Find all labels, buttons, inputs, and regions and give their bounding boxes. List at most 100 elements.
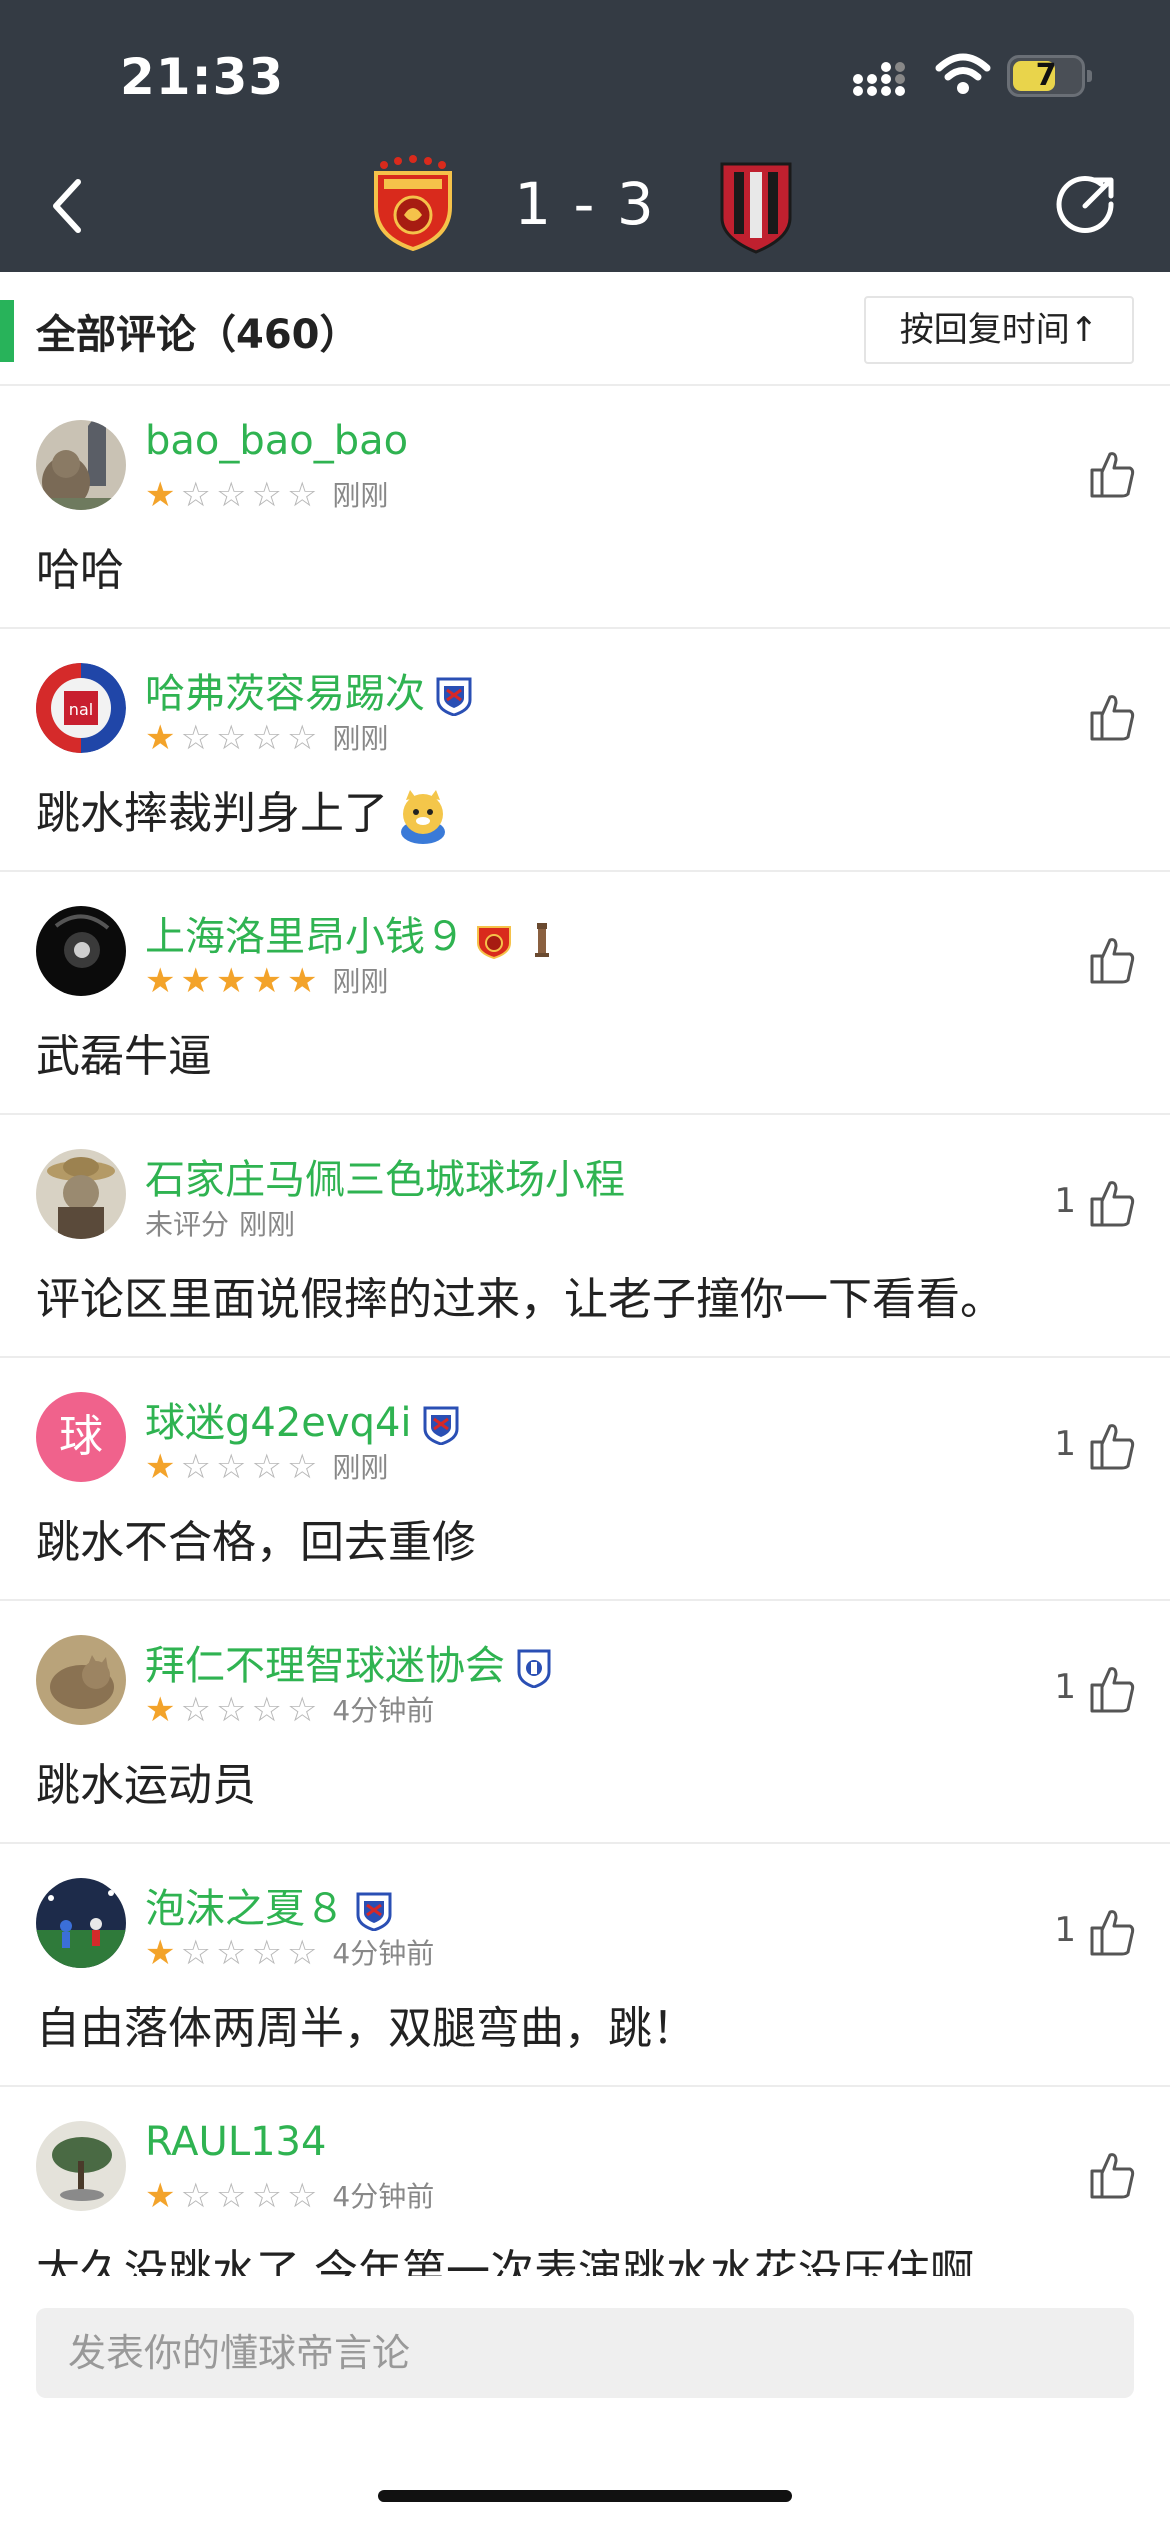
top-header: 21:33 7 1 - 3 [0, 0, 1170, 272]
comment-time: 刚刚 [332, 722, 389, 755]
thumbs-up-icon[interactable] [1088, 448, 1136, 500]
user-avatar[interactable] [36, 2121, 126, 2211]
username-row[interactable]: RAUL134 [145, 2119, 326, 2165]
username-row[interactable]: 球迷g42evq4i [145, 1390, 460, 1448]
sort-button[interactable]: 按回复时间↑ [864, 296, 1134, 364]
comments-title: 全部评论（460） [36, 312, 360, 358]
comment-item[interactable]: 上海洛里昂小钱９ ★ ★ ★ ★ ★ 刚刚 武磊牛逼 [0, 872, 1170, 1115]
star-icon: ☆ [180, 1447, 211, 1487]
star-icon: ☆ [251, 1690, 282, 1730]
thumbs-up-icon[interactable] [1088, 1906, 1136, 1958]
star-icon: ☆ [215, 475, 247, 515]
username-row[interactable]: bao_bao_bao [145, 418, 408, 464]
comment-text-content: 自由落体两周半，双腿弯曲，跳！ [36, 2003, 696, 2054]
comment-time: 4分钟前 [332, 1937, 435, 1970]
thumbs-up-icon[interactable] [1088, 691, 1136, 743]
like-count: 1 [1054, 1667, 1076, 1707]
user-avatar[interactable] [36, 1878, 126, 1968]
unrated-label: 未评分 [145, 1208, 230, 1241]
comment-item[interactable]: nal 哈弗茨容易踢次 ★ ☆ ☆ ☆ ☆ 刚刚 跳水摔裁判身上了 [0, 629, 1170, 872]
comment-item[interactable]: bao_bao_bao ★ ☆ ☆ ☆ ☆ 刚刚 哈哈 [0, 386, 1170, 629]
star-icon: ★ [145, 475, 176, 515]
shenhua-badge-icon [422, 1405, 460, 1446]
comment-time: 刚刚 [332, 479, 389, 512]
like-count: 1 [1054, 1424, 1076, 1464]
user-avatar[interactable] [36, 420, 126, 510]
star-icon: ☆ [215, 718, 247, 758]
svg-text:nal: nal [69, 700, 93, 719]
star-icon: ★ [180, 961, 211, 1001]
away-team-crest-icon [720, 162, 792, 254]
comment-time: 4分钟前 [332, 2180, 435, 2213]
star-icon: ☆ [286, 1933, 318, 1973]
star-icon: ☆ [286, 718, 318, 758]
username-row[interactable]: 哈弗茨容易踢次 [145, 661, 473, 719]
tower-badge-icon [523, 919, 561, 959]
comment-input[interactable]: 发表你的懂球帝言论 [36, 2308, 1134, 2398]
section-accent [0, 300, 14, 362]
username[interactable]: 上海洛里昂小钱９ [145, 914, 465, 960]
star-icon: ★ [145, 1933, 176, 1973]
username[interactable]: 球迷g42evq4i [145, 1400, 412, 1446]
wifi-icon [935, 53, 991, 94]
doge-emoji-icon [388, 788, 458, 844]
username-row[interactable]: 拜仁不理智球迷协会 [145, 1633, 553, 1691]
star-icon: ☆ [251, 1933, 282, 1973]
username[interactable]: bao_bao_bao [145, 418, 408, 464]
share-icon[interactable] [1055, 172, 1119, 236]
thumbs-up-icon[interactable] [1088, 1177, 1136, 1229]
user-avatar[interactable] [36, 1635, 126, 1725]
comment-text-content: 太久没跳水了,今年第一次表演跳水水花没压住啊 [36, 2246, 974, 2276]
rating-row: ★ ☆ ☆ ☆ ☆ 4分钟前 [145, 1936, 434, 1972]
comment-text: 自由落体两周半，双腿弯曲，跳！ [36, 1992, 696, 2056]
back-arrow-icon[interactable] [48, 176, 88, 236]
home-indicator[interactable] [378, 2490, 792, 2502]
user-avatar[interactable] [36, 1149, 126, 1239]
star-icon: ★ [286, 961, 318, 1001]
star-icon: ☆ [180, 1690, 211, 1730]
rating-row: ★ ☆ ☆ ☆ ☆ 刚刚 [145, 721, 388, 757]
comment-time: 刚刚 [332, 1451, 389, 1484]
username[interactable]: RAUL134 [145, 2119, 326, 2165]
star-icon: ☆ [215, 1447, 247, 1487]
user-avatar[interactable]: 球 [36, 1392, 126, 1482]
comment-text: 跳水不合格，回去重修 [36, 1506, 476, 1570]
comment-item[interactable]: 石家庄马佩三色城球场小程 未评分 刚刚 评论区里面说假摔的过来，让老子撞你一下看看。 1 [0, 1115, 1170, 1358]
username-row[interactable]: 石家庄马佩三色城球场小程 [145, 1147, 625, 1205]
star-icon: ★ [251, 961, 282, 1001]
comment-text: 跳水运动员 [36, 1749, 256, 1813]
username[interactable]: 拜仁不理智球迷协会 [145, 1643, 505, 1689]
thumbs-up-icon[interactable] [1088, 1420, 1136, 1472]
rating-row: 未评分 刚刚 [145, 1207, 295, 1243]
like-count: 1 [1054, 1181, 1076, 1221]
star-icon: ★ [215, 961, 247, 1001]
username-row[interactable]: 上海洛里昂小钱９ [145, 904, 561, 962]
thumbs-up-icon[interactable] [1088, 934, 1136, 986]
port-badge-icon [475, 919, 513, 960]
star-icon: ☆ [180, 718, 211, 758]
rating-row: ★ ☆ ☆ ☆ ☆ 4分钟前 [145, 1693, 434, 1729]
star-icon: ☆ [251, 1447, 282, 1487]
star-icon: ☆ [286, 2176, 318, 2216]
user-avatar[interactable]: nal [36, 663, 126, 753]
shield-badge-icon [515, 1648, 553, 1689]
user-avatar[interactable] [36, 906, 126, 996]
comment-item[interactable]: 拜仁不理智球迷协会 ★ ☆ ☆ ☆ ☆ 4分钟前 跳水运动员 1 [0, 1601, 1170, 1844]
thumbs-up-icon[interactable] [1088, 2149, 1136, 2201]
comment-item[interactable]: 泡沫之夏８ ★ ☆ ☆ ☆ ☆ 4分钟前 自由落体两周半，双腿弯曲，跳！ 1 [0, 1844, 1170, 2087]
comment-item[interactable]: 球球迷g42evq4i ★ ☆ ☆ ☆ ☆ 刚刚 跳水不合格，回去重修 1 [0, 1358, 1170, 1601]
comments-header-bar: 全部评论（460） 按回复时间↑ [0, 272, 1170, 386]
star-icon: ★ [145, 718, 176, 758]
username[interactable]: 泡沫之夏８ [145, 1886, 345, 1932]
comment-item[interactable]: RAUL134 ★ ☆ ☆ ☆ ☆ 4分钟前 太久没跳水了,今年第一次表演跳水水花没压住啊 [0, 2087, 1170, 2276]
username[interactable]: 石家庄马佩三色城球场小程 [145, 1157, 625, 1203]
thumbs-up-icon[interactable] [1088, 1663, 1136, 1715]
comment-time: 刚刚 [332, 965, 389, 998]
comment-time: 刚刚 [239, 1208, 296, 1241]
battery-indicator: 7 [1007, 55, 1092, 97]
star-icon: ☆ [286, 1447, 318, 1487]
username[interactable]: 哈弗茨容易踢次 [145, 671, 425, 717]
comment-text-content: 武磊牛逼 [36, 1031, 212, 1082]
username-row[interactable]: 泡沫之夏８ [145, 1876, 393, 1934]
star-icon: ☆ [215, 2176, 247, 2216]
